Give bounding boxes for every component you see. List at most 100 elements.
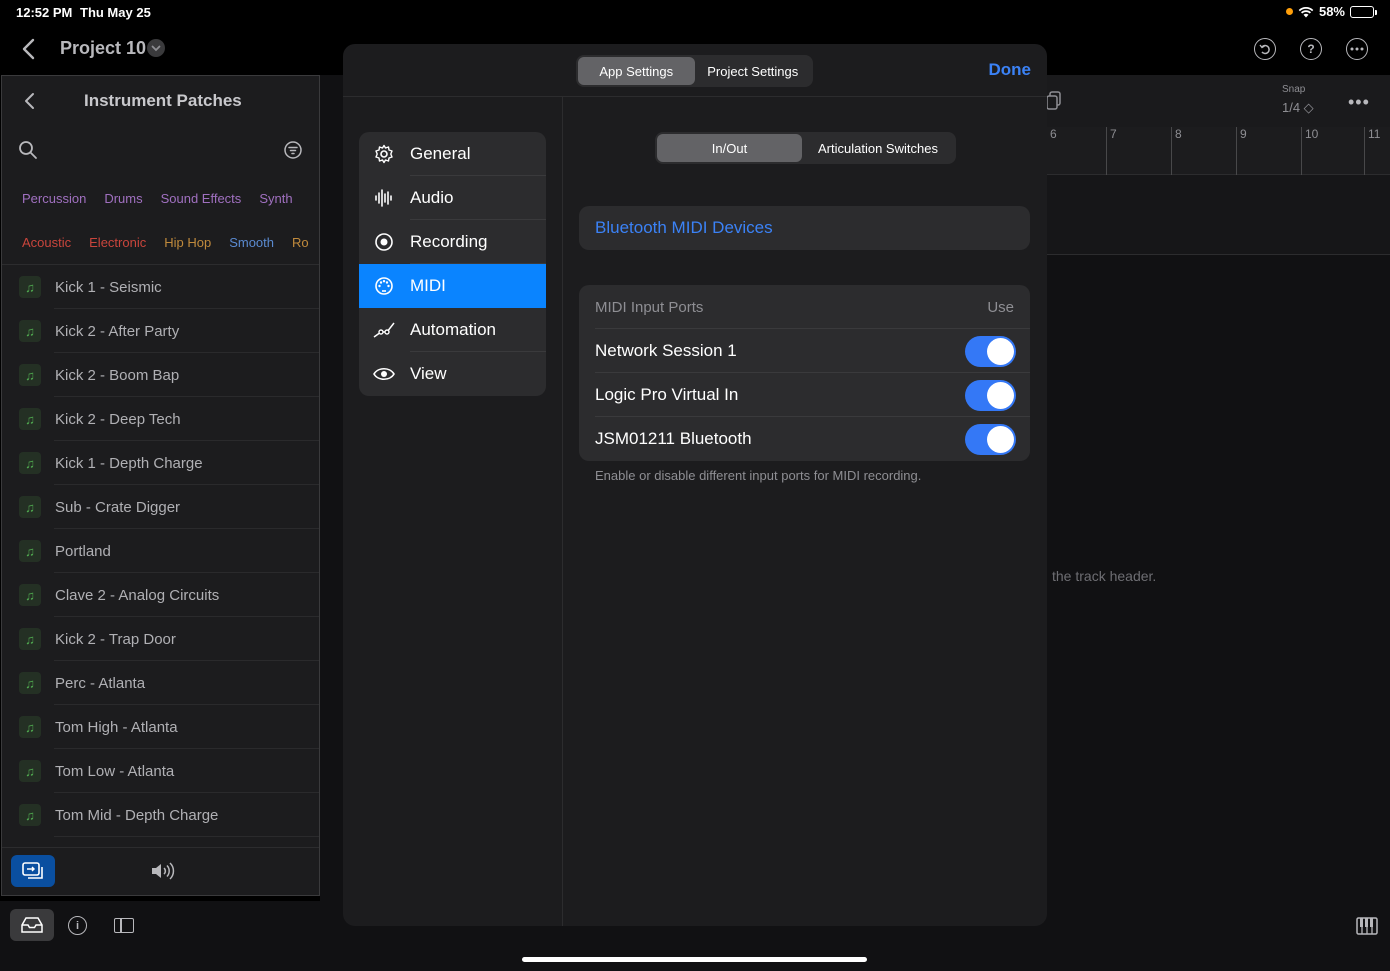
gear-icon	[373, 143, 395, 165]
tag-chip[interactable]: Smooth	[229, 235, 274, 250]
track-lane[interactable]	[1046, 175, 1390, 255]
music-note-icon: ♫	[19, 364, 41, 386]
menu-label: Audio	[410, 188, 454, 207]
search-icon[interactable]	[18, 140, 38, 160]
port-name: JSM01211 Bluetooth	[595, 429, 752, 448]
library-toggle-button[interactable]	[10, 909, 54, 941]
menu-label: View	[410, 364, 447, 383]
menu-label: Automation	[410, 320, 496, 339]
list-item[interactable]: ♫ Kick 2 - After Party	[2, 309, 319, 353]
settings-menu: General Audio Recording MIDI Automation …	[359, 132, 546, 396]
keyboard-icon[interactable]	[1356, 917, 1378, 935]
list-item[interactable]: ♫ Kick 2 - Deep Tech	[2, 397, 319, 441]
patch-name: Tom Mid - Depth Charge	[55, 806, 219, 824]
loop-browser-button[interactable]	[11, 855, 55, 887]
list-item[interactable]: ♫ Portland	[2, 529, 319, 573]
tab-in-out[interactable]: In/Out	[657, 134, 802, 162]
music-note-icon: ♫	[19, 320, 41, 342]
tag-chip[interactable]: Hip Hop	[164, 235, 211, 250]
list-item[interactable]: ♫ Sub - Crate Digger	[2, 485, 319, 529]
tag-chip[interactable]: Percussion	[22, 191, 86, 206]
library-footer	[2, 847, 319, 895]
patch-name: Clave 2 - Analog Circuits	[55, 586, 220, 604]
port-toggle[interactable]	[965, 379, 1016, 411]
midi-input-ports-card: MIDI Input Ports Use Network Session 1 L…	[579, 285, 1030, 461]
library-search-bar[interactable]	[2, 126, 319, 176]
tab-project-settings[interactable]: Project Settings	[695, 57, 812, 85]
undo-icon[interactable]	[1254, 38, 1276, 60]
home-indicator[interactable]	[522, 957, 867, 962]
tag-chip[interactable]: Synth	[259, 191, 292, 206]
ruler-mark: 11	[1364, 127, 1380, 175]
tag-chip[interactable]: Ro	[292, 235, 309, 250]
track-more-icon[interactable]: •••	[1348, 92, 1370, 113]
port-toggle[interactable]	[965, 423, 1016, 455]
midi-segmented-control: In/Out Articulation Switches	[655, 132, 956, 164]
library-title: Instrument Patches	[84, 91, 242, 110]
menu-item-general[interactable]: General	[359, 132, 546, 176]
tag-chip[interactable]: Acoustic	[22, 235, 71, 250]
tag-chip[interactable]: Sound Effects	[161, 191, 242, 206]
list-item[interactable]: ♫ Kick 2 - Boom Bap	[2, 353, 319, 397]
toggle-knob	[987, 381, 1014, 409]
copy-icon[interactable]	[1046, 91, 1062, 111]
info-icon[interactable]: i	[68, 916, 87, 935]
track-hint-text: the track header.	[1052, 568, 1157, 584]
port-toggle[interactable]	[965, 335, 1016, 367]
project-title[interactable]: Project 10	[60, 38, 146, 59]
done-button[interactable]: Done	[989, 60, 1032, 80]
patch-name: Kick 1 - Seismic	[55, 278, 162, 296]
project-menu-chevron-icon[interactable]	[147, 39, 165, 57]
status-bar: 12:52 PM Thu May 25 58%	[0, 0, 1390, 24]
menu-item-audio[interactable]: Audio	[359, 176, 546, 220]
list-item[interactable]: ♫ Kick 2 - Trap Door	[2, 617, 319, 661]
ports-footer-note: Enable or disable different input ports …	[595, 468, 922, 483]
library-header: Instrument Patches	[2, 76, 319, 126]
tab-app-settings[interactable]: App Settings	[578, 57, 695, 85]
tab-articulation-switches[interactable]: Articulation Switches	[802, 134, 954, 162]
list-item[interactable]: ♫ Kick 1 - Seismic	[2, 265, 319, 309]
list-item[interactable]: ♫ Kick 1 - Depth Charge	[2, 441, 319, 485]
library-panel: Instrument Patches Percussion Drums Soun…	[1, 75, 320, 896]
menu-label: Recording	[410, 232, 488, 251]
snap-value[interactable]: 1/4 ◇	[1282, 100, 1314, 116]
list-item[interactable]: ♫ Tom Mid - Depth Charge	[2, 793, 319, 837]
filter-icon[interactable]	[283, 140, 303, 160]
help-icon[interactable]: ?	[1300, 38, 1322, 60]
menu-item-midi[interactable]: MIDI	[359, 264, 546, 308]
patch-name: Kick 2 - Boom Bap	[55, 366, 180, 384]
timeline-ruler[interactable]: 6 7 8 9 10 11	[1046, 127, 1390, 175]
music-note-icon: ♫	[19, 716, 41, 738]
menu-item-automation[interactable]: Automation	[359, 308, 546, 352]
menu-item-view[interactable]: View	[359, 352, 546, 396]
list-item[interactable]: ♫ Perc - Atlanta	[2, 661, 319, 705]
ruler-mark: 8	[1171, 127, 1182, 175]
eye-icon	[373, 363, 395, 385]
back-chevron-icon[interactable]	[18, 36, 42, 62]
settings-sidebar: General Audio Recording MIDI Automation …	[343, 97, 563, 926]
sidebar-toggle-icon[interactable]	[114, 918, 134, 933]
list-item[interactable]: ♫ Tom High - Atlanta	[2, 705, 319, 749]
tag-chip[interactable]: Electronic	[89, 235, 146, 250]
speaker-preview-icon[interactable]	[150, 862, 176, 880]
settings-modal: App Settings Project Settings Done Gener…	[343, 44, 1047, 926]
ruler-mark: 7	[1106, 127, 1117, 175]
bluetooth-midi-devices-link[interactable]: Bluetooth MIDI Devices	[579, 206, 1030, 250]
tracks-toolbar	[1046, 75, 1390, 127]
patch-list: ♫ Kick 1 - Seismic ♫ Kick 2 - After Party …	[2, 264, 319, 837]
list-item[interactable]: ♫ Tom Low - Atlanta	[2, 749, 319, 793]
status-right: 58%	[1285, 4, 1377, 19]
more-options-icon[interactable]	[1346, 38, 1368, 60]
settings-content: In/Out Articulation Switches Bluetooth M…	[563, 97, 1047, 926]
modal-header: App Settings Project Settings Done	[343, 44, 1047, 97]
list-item[interactable]: ♫ Clave 2 - Analog Circuits	[2, 573, 319, 617]
patch-name: Tom Low - Atlanta	[55, 762, 175, 780]
music-note-icon: ♫	[19, 804, 41, 826]
port-name: Logic Pro Virtual In	[595, 385, 739, 404]
library-back-icon[interactable]	[20, 90, 40, 112]
menu-item-recording[interactable]: Recording	[359, 220, 546, 264]
ruler-mark: 9	[1236, 127, 1247, 175]
ports-use-label: Use	[987, 298, 1014, 316]
tag-chip[interactable]: Drums	[104, 191, 142, 206]
patch-name: Tom High - Atlanta	[55, 718, 178, 736]
